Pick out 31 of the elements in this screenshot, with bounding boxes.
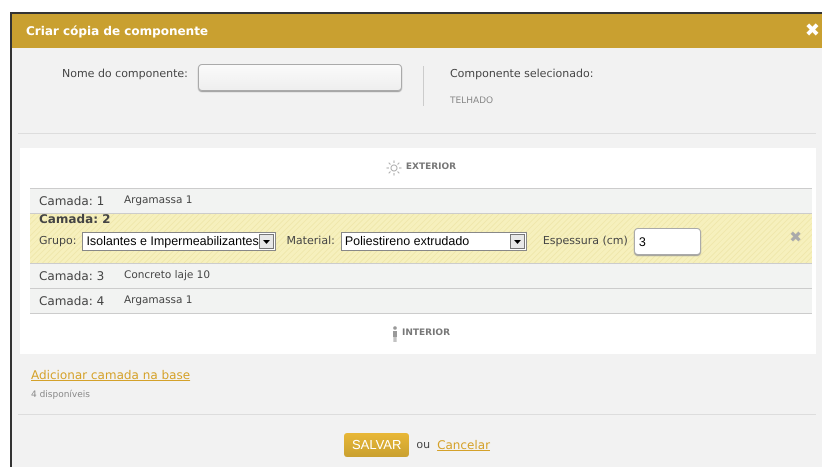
available-count: 4 disponíveis: [31, 388, 91, 402]
selected-component-label: Componente selecionado:: [450, 66, 594, 82]
field-label: Nome do componente:: [62, 66, 188, 82]
thickness-field[interactable]: 3: [634, 228, 701, 255]
person-icon: [392, 326, 398, 342]
caret-icon: [263, 240, 270, 244]
layer-material: Argamassa 1: [124, 293, 192, 308]
or-text: ou: [416, 436, 430, 452]
close-button[interactable]: ✖: [802, 22, 822, 40]
layer-material: Argamassa 1: [124, 193, 192, 208]
layer-label: Camada: 2: [39, 214, 112, 225]
dialog-title: Criar cópia de componente: [26, 23, 208, 40]
interior-label: INTERIOR: [402, 327, 450, 340]
layer-material: Concreto laje 10: [124, 268, 210, 284]
field-label: Grupo:: [39, 233, 76, 250]
caret-icon: [514, 240, 521, 244]
layer-label: Camada: 3: [39, 268, 106, 285]
cancel-link[interactable]: Cancelar: [437, 436, 490, 454]
group-select[interactable]: Isolantes e Impermeabilizantes: [82, 232, 276, 251]
field-label: Material:: [286, 233, 335, 250]
add-layer-link[interactable]: Adicionar camada na base: [31, 366, 190, 384]
name-field[interactable]: [198, 64, 402, 91]
material-select[interactable]: Poliestireno extrudado: [340, 232, 527, 251]
layer-label: Camada: 4: [39, 293, 106, 310]
layer-label: Camada: 1: [39, 193, 106, 210]
remove-button[interactable]: ✖: [789, 230, 802, 245]
selected-component-value: TELHADO: [450, 94, 494, 108]
sun-icon: [386, 160, 402, 176]
save-button[interactable]: SALVAR: [344, 433, 410, 456]
exterior-label: EXTERIOR: [406, 161, 456, 174]
field-label: Espessura (cm): [542, 233, 628, 250]
